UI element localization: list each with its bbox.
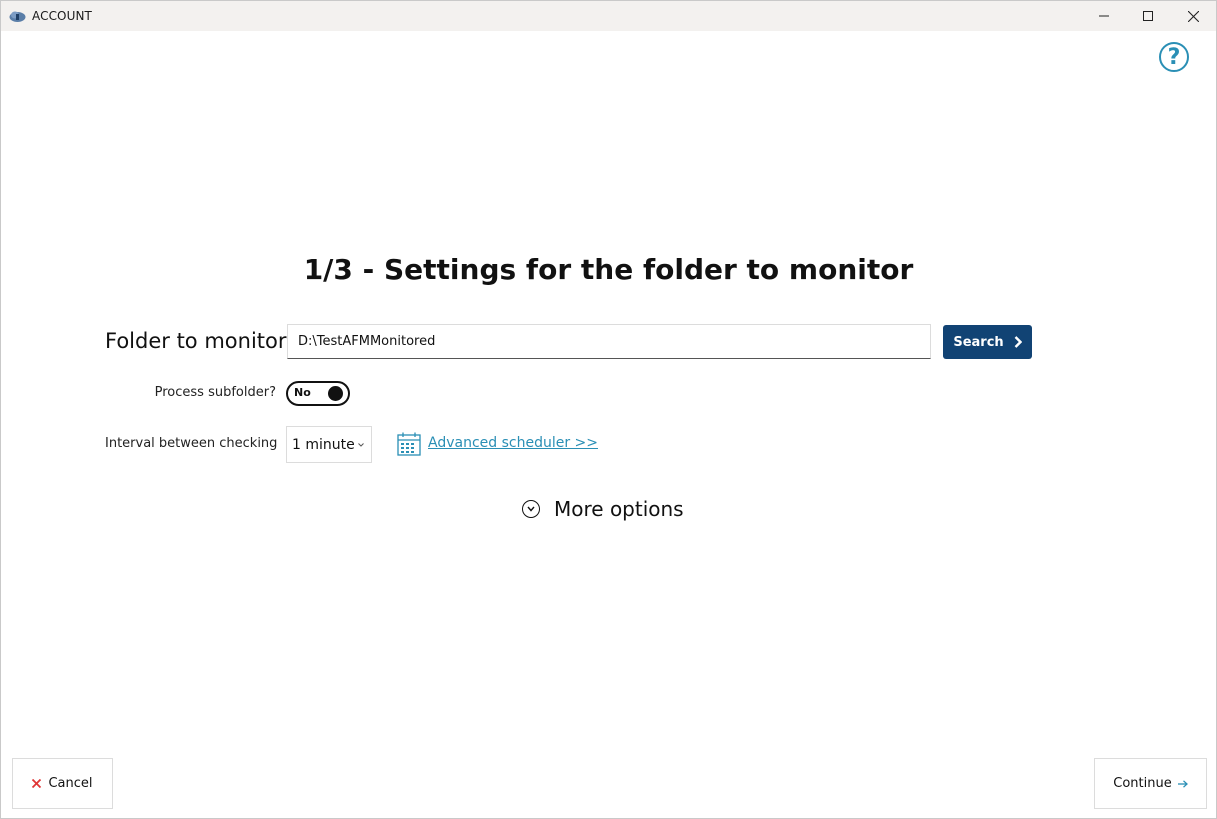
more-options-toggle[interactable]: More options (522, 497, 684, 521)
cancel-button[interactable]: Cancel (12, 758, 113, 809)
more-options-label: More options (554, 497, 684, 521)
maximize-icon (1143, 11, 1153, 21)
cloud-app-icon (9, 11, 26, 22)
subfolder-label: Process subfolder? (154, 385, 276, 400)
search-button-label: Search (953, 334, 1004, 350)
page-title: 1/3 - Settings for the folder to monitor (303, 253, 914, 286)
subfolder-toggle[interactable]: No (286, 381, 350, 406)
minimize-icon (1099, 15, 1109, 17)
close-icon (1187, 10, 1199, 22)
interval-selected-value: 1 minute (292, 436, 355, 453)
maximize-button[interactable] (1125, 1, 1171, 31)
arrow-right-icon (1177, 779, 1188, 788)
help-glyph: ? (1167, 44, 1181, 70)
search-button[interactable]: Search (943, 325, 1032, 359)
app-window: ACCOUNT ? 1/3 - Settings for the folder … (0, 0, 1217, 819)
chevron-right-icon (1014, 336, 1022, 348)
window-title: ACCOUNT (32, 9, 92, 23)
continue-button[interactable]: Continue (1094, 758, 1207, 809)
help-icon[interactable]: ? (1159, 42, 1189, 72)
interval-label: Interval between checking (105, 436, 278, 451)
close-button[interactable] (1170, 1, 1216, 31)
close-x-icon (32, 779, 42, 788)
continue-label: Continue (1113, 776, 1172, 791)
folder-label: Folder to monitor (105, 329, 287, 353)
advanced-scheduler-link[interactable]: Advanced scheduler >> (428, 435, 598, 451)
calendar-icon (397, 432, 421, 456)
cancel-label: Cancel (48, 776, 93, 791)
minimize-button[interactable] (1081, 1, 1127, 31)
folder-path-input[interactable] (287, 324, 931, 359)
toggle-text: No (294, 386, 311, 399)
interval-select[interactable]: 1 minute (286, 426, 372, 463)
chevron-down-icon (358, 443, 364, 447)
title-bar: ACCOUNT (1, 1, 1216, 31)
toggle-knob (328, 386, 343, 401)
chevron-down-circle-icon (522, 500, 540, 518)
